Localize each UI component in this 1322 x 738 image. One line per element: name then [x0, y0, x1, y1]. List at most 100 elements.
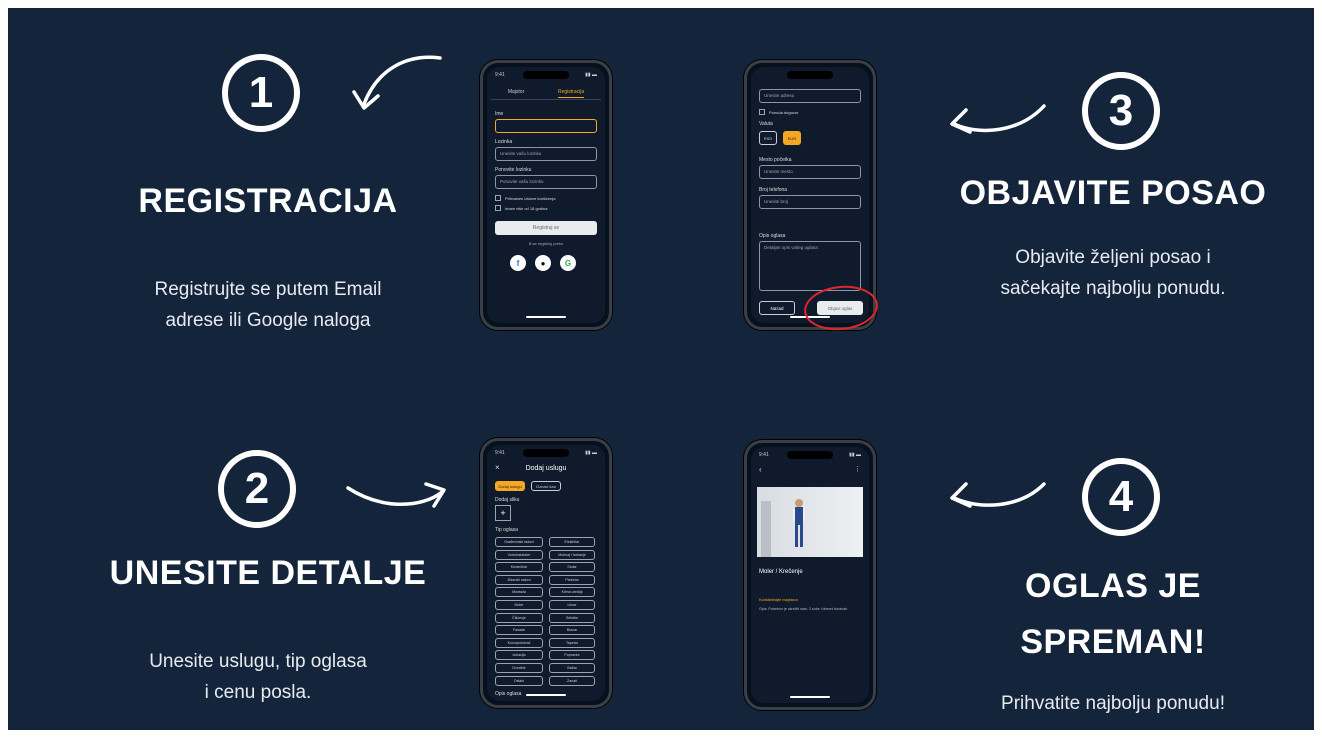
screen-title: Dodaj uslugu: [525, 465, 567, 472]
job-description: Opis: Potrebno je okrečiti stan, 2 sobe …: [759, 607, 848, 611]
step-1-description: Registrujte se putem Email adrese ili Go…: [68, 274, 468, 336]
job-photo: [757, 487, 863, 557]
google-icon[interactable]: G: [560, 255, 576, 271]
job-title: Moler / Krečenje: [759, 569, 803, 575]
phone-notch: [523, 71, 569, 79]
phone-number-input[interactable]: Unesite broj: [759, 195, 861, 209]
step-1-number-badge: 1: [222, 54, 300, 132]
service-chip[interactable]: Keramičar: [495, 562, 543, 573]
step-2-description: Unesite uslugu, tip oglasa i cenu posla.: [58, 646, 458, 708]
tab-register[interactable]: Registracija: [558, 89, 585, 98]
service-chip[interactable]: Ostalo: [495, 675, 543, 686]
name-label: Ime: [495, 111, 504, 117]
service-chip[interactable]: Čišćenje: [495, 612, 543, 623]
step-3-number-badge: 3: [1082, 72, 1160, 150]
phone-notch: [523, 449, 569, 457]
start-place-input[interactable]: Unesite mesto: [759, 165, 861, 179]
step-4-title: OGLAS JE SPREMAN!: [928, 558, 1298, 670]
service-chip[interactable]: Zanati: [549, 675, 595, 686]
service-chip[interactable]: Krovopokrivač: [495, 637, 543, 648]
step-3-title: OBJAVITE POSAO: [959, 174, 1267, 212]
apple-icon[interactable]: ●: [535, 255, 551, 271]
name-input[interactable]: [495, 119, 597, 133]
step-1-desc-line1: Registrujte se putem Email: [154, 279, 382, 300]
step-1-number: 1: [248, 68, 274, 117]
service-chip[interactable]: Električar: [549, 537, 595, 547]
register-button[interactable]: Registruj se: [495, 221, 597, 235]
curved-arrow-icon: [346, 482, 446, 508]
service-chip[interactable]: Selidbe: [549, 612, 595, 623]
currency-rsd-button[interactable]: RSD: [759, 131, 777, 145]
service-chip[interactable]: Moler: [495, 600, 543, 610]
password-label: Lozinka: [495, 139, 513, 145]
service-chip[interactable]: Izolacija: [495, 650, 543, 661]
terms-checkbox[interactable]: [495, 195, 501, 201]
address-input[interactable]: Unesite adresu: [759, 89, 861, 103]
service-chip[interactable]: Tapetar: [549, 637, 595, 648]
step-4-description: Prihvatite najbolju ponudu!: [928, 688, 1298, 719]
curved-arrow-icon: [950, 104, 1046, 134]
step-2-number: 2: [244, 464, 270, 513]
phone-notch: [787, 451, 833, 459]
tab-login[interactable]: Majstor: [508, 89, 524, 98]
step-1-desc-line2: adrese ili Google naloga: [165, 310, 371, 331]
instruction-panel: 1 REGISTRACIJA Registrujte se putem Emai…: [8, 8, 1314, 730]
service-chip[interactable]: Fasade: [495, 625, 543, 636]
age-checkbox[interactable]: [495, 205, 501, 211]
step-3-number: 3: [1108, 86, 1134, 135]
service-chip[interactable]: Montaža: [495, 587, 543, 598]
facebook-icon[interactable]: f: [510, 255, 526, 271]
service-chip[interactable]: Zidarski radovi: [495, 574, 543, 585]
step-4-number-badge: 4: [1082, 458, 1160, 536]
service-chip[interactable]: Klima uređaji: [549, 587, 595, 598]
service-chip[interactable]: Stolar: [549, 562, 595, 573]
confirm-password-label: Ponovite lozinku: [495, 167, 532, 173]
add-photo-label: Dodaj sliku: [495, 497, 520, 503]
service-chip[interactable]: Parketar: [549, 574, 595, 585]
deal-checkbox-label: Ponuda dogovor: [769, 110, 799, 115]
terms-label: Prihvatam Uslove korišćenja: [505, 196, 556, 201]
service-chip[interactable]: Dvorište: [495, 663, 543, 673]
battery-icon: ▮▮ ▬: [585, 450, 597, 456]
service-chip[interactable]: Bašta: [549, 663, 595, 673]
ad-description-label: Opis oglasa: [759, 233, 786, 239]
back-chevron-icon[interactable]: ‹: [759, 465, 762, 474]
step-4-desc-line1: Prihvatite najbolju ponudu!: [1001, 693, 1225, 714]
more-options-icon[interactable]: ⋮: [854, 465, 861, 473]
currency-label: Valuta: [759, 121, 773, 127]
step-3-desc-line2: sačekajte najbolju ponudu.: [1000, 278, 1226, 299]
confirm-password-input[interactable]: Ponovite vašu lozinku: [495, 175, 597, 189]
step-3-desc-line1: Objavite željeni posao i: [1015, 247, 1211, 268]
curved-arrow-icon: [352, 55, 442, 110]
step-2-number-badge: 2: [218, 450, 296, 528]
service-chip[interactable]: Popravke: [549, 650, 595, 661]
contact-link[interactable]: Kontaktirajte majstora: [759, 597, 798, 602]
step-4-number: 4: [1108, 472, 1134, 521]
step-4-title-line1: OGLAS JE: [1025, 567, 1201, 605]
status-time: 9:41: [495, 72, 505, 78]
home-indicator: [790, 696, 830, 698]
service-chip[interactable]: Vodoinstalater: [495, 549, 543, 560]
battery-icon: ▮▮ ▬: [585, 72, 597, 78]
service-chip[interactable]: Limar: [549, 600, 595, 610]
auth-tabs: Majstor Registracija: [491, 89, 601, 98]
ad-description-textarea[interactable]: Detaljan opis vašeg oglasa: [759, 241, 861, 291]
or-register-with: ili se registruj preko: [528, 241, 564, 246]
currency-eur-button[interactable]: EUR: [783, 131, 801, 145]
deal-checkbox[interactable]: [759, 109, 765, 115]
back-button[interactable]: Nazad: [759, 301, 795, 315]
service-chip[interactable]: Građevinski radovi: [495, 537, 543, 547]
description-label: Opis oglasa: [495, 691, 522, 697]
add-photo-plus-icon[interactable]: +: [495, 505, 511, 521]
painter-illustration-icon: [761, 499, 805, 557]
curved-arrow-icon: [950, 482, 1046, 508]
service-chip[interactable]: Moleraj i farbanje: [549, 549, 595, 560]
start-place-label: Mesto početka: [759, 157, 792, 163]
status-time: 9:41: [495, 450, 505, 456]
password-input[interactable]: Unesite vašu lozinku: [495, 147, 597, 161]
toggle-mark-as[interactable]: Oznaci kao: [531, 481, 561, 491]
step-1-title: REGISTRACIJA: [138, 182, 398, 220]
toggle-add-service[interactable]: Dodaj uslugu: [495, 481, 525, 491]
phone-registration-mockup: 9:41 ▮▮ ▬ Majstor Registracija Ime Lozink…: [480, 60, 612, 330]
service-chip[interactable]: Bravar: [549, 625, 595, 636]
